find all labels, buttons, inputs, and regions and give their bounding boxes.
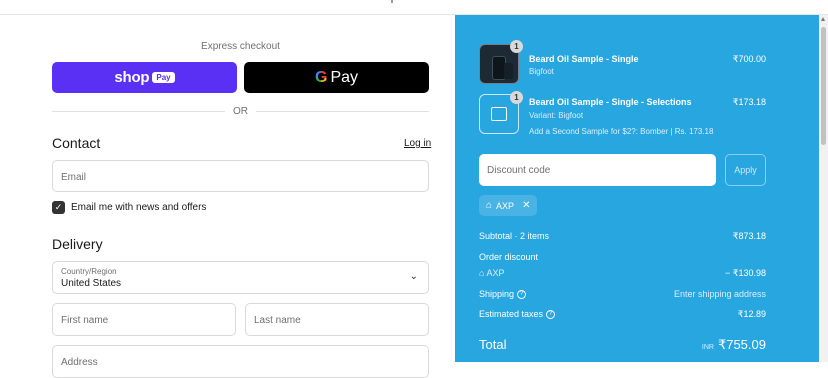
total-currency: INR — [701, 344, 714, 351]
email-field[interactable]: Email — [52, 160, 429, 192]
remove-discount-icon[interactable]: ✕ — [522, 200, 530, 211]
discount-code-label: AXP — [486, 268, 505, 278]
google-pay-button[interactable]: G Pay — [244, 62, 429, 93]
shipping-label: Shipping — [479, 289, 515, 299]
email-placeholder: Email — [61, 172, 87, 183]
google-pay-label: Pay — [330, 68, 359, 86]
quantity-badge: 1 — [510, 91, 523, 104]
shipping-value: Enter shipping address — [673, 289, 766, 299]
or-label: OR — [233, 105, 248, 117]
or-divider: OR — [52, 104, 429, 118]
order-discount-row: Order discount — [479, 252, 766, 262]
subtotal-label: Subtotal · 2 items — [479, 231, 550, 241]
discount-value: − ₹130.98 — [724, 268, 766, 278]
last-name-field[interactable]: Last name — [245, 303, 429, 336]
scroll-up-arrow-icon[interactable] — [821, 17, 825, 21]
info-icon[interactable]: ? — [546, 310, 556, 320]
product-variant: Variant: Bigfoot — [529, 111, 584, 120]
chevron-down-icon: ⌄ — [409, 271, 418, 282]
shop-pay-wordmark: shop — [114, 69, 150, 86]
first-name-field[interactable]: First name — [52, 303, 236, 336]
express-checkout-title: Express checkout — [201, 41, 280, 52]
image-icon — [491, 107, 507, 121]
country-select[interactable]: Country/Region United States ⌄ — [52, 261, 429, 294]
contact-heading: Contact — [52, 135, 101, 151]
checkmark-icon: ✓ — [54, 202, 63, 212]
total-label: Total — [479, 337, 507, 352]
shipping-row: Shipping? Enter shipping address — [479, 289, 766, 300]
taxes-value: ₹12.89 — [737, 309, 766, 319]
total-row: Total INR ₹755.09 — [479, 337, 766, 352]
top-bar — [0, 0, 828, 15]
order-summary: 1 Beard Oil Sample - Single Bigfoot ₹700… — [455, 15, 819, 362]
divider-line — [256, 110, 429, 112]
apply-button[interactable]: Apply — [725, 154, 766, 186]
address-placeholder: Address — [61, 357, 98, 368]
product-price: ₹173.18 — [732, 97, 766, 107]
quantity-badge: 1 — [510, 40, 523, 53]
google-g-icon: G — [314, 68, 328, 86]
checkout-form: Express checkout shop Pay G Pay OR Conta… — [0, 15, 455, 378]
product-price: ₹700.00 — [732, 54, 766, 64]
order-discount-label: Order discount — [479, 252, 539, 262]
product-name: Beard Oil Sample - Single — [529, 54, 639, 64]
newsletter-checkbox[interactable]: ✓ — [52, 201, 65, 214]
tag-icon: ⌂ — [486, 200, 493, 211]
discount-line-row: ⌂ AXP − ₹130.98 — [479, 268, 766, 278]
applied-discount-chip: ⌂ AXP ✕ — [479, 195, 537, 216]
product-addon: Add a Second Sample for $2?: Bomber | Rs… — [529, 127, 714, 136]
product-name: Beard Oil Sample - Single - Selections — [529, 97, 692, 107]
discount-placeholder: Discount code — [487, 165, 551, 176]
shop-pay-button[interactable]: shop Pay — [52, 62, 237, 93]
delivery-heading: Delivery — [52, 236, 103, 252]
scrollbar-thumb[interactable] — [821, 27, 826, 145]
country-label: Country/Region — [61, 267, 117, 276]
applied-code: AXP — [496, 200, 515, 211]
last-name-placeholder: Last name — [254, 315, 301, 326]
divider-line — [52, 110, 225, 112]
taxes-row: Estimated taxes? ₹12.89 — [479, 309, 766, 320]
total-value: ₹755.09 — [717, 337, 766, 352]
subtotal-value: ₹873.18 — [732, 231, 766, 241]
scrollbar[interactable] — [819, 15, 828, 362]
subtotal-row: Subtotal · 2 items ₹873.18 — [479, 231, 766, 241]
login-link[interactable]: Log in — [404, 138, 431, 149]
country-value: United States — [61, 278, 122, 289]
taxes-label: Estimated taxes — [479, 309, 544, 319]
top-tick — [391, 0, 393, 3]
shop-pay-badge: Pay — [152, 72, 175, 83]
product-variant: Bigfoot — [529, 67, 554, 76]
first-name-placeholder: First name — [61, 315, 109, 326]
info-icon[interactable]: ? — [517, 290, 527, 300]
bottle-image — [504, 63, 513, 79]
newsletter-label: Email me with news and offers — [71, 202, 207, 213]
discount-code-input[interactable]: Discount code — [479, 154, 716, 186]
